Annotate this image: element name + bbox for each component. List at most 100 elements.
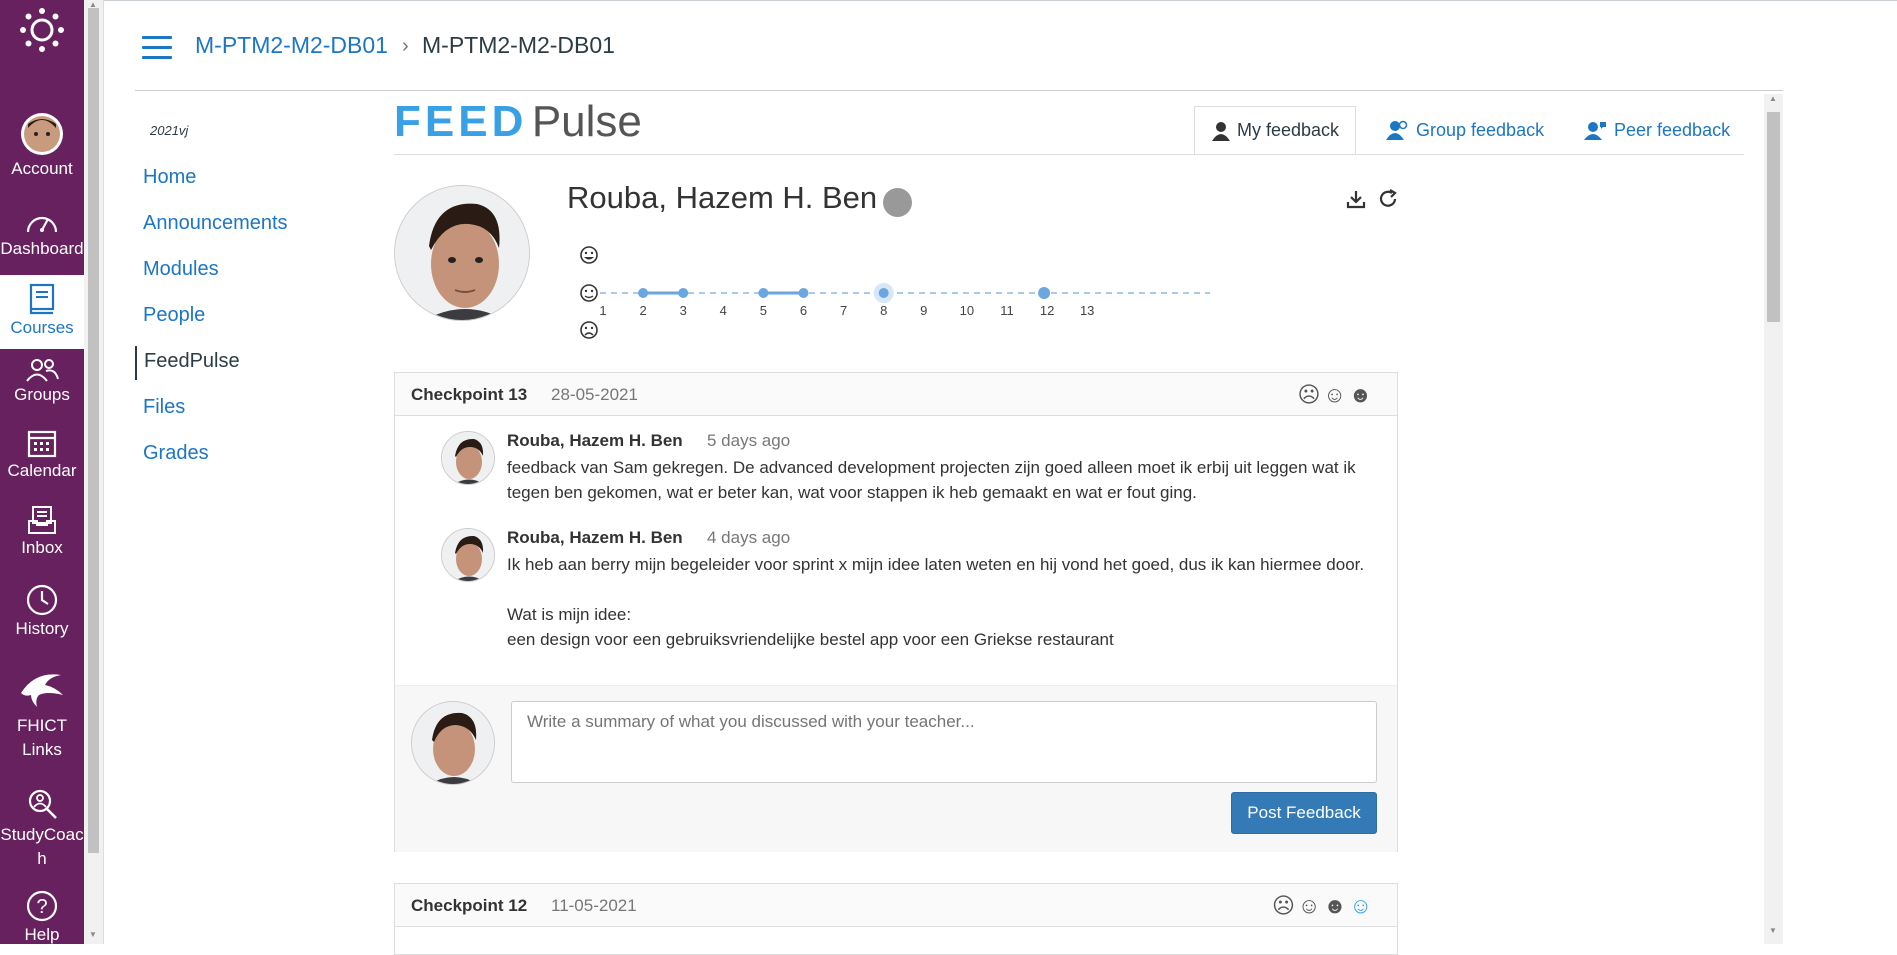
checkpoint-header: Checkpoint 12 11-05-2021 ☹☺☻☺ bbox=[395, 884, 1397, 927]
course-nav-home[interactable]: Home bbox=[135, 166, 288, 212]
timeline-tick-label: 7 bbox=[840, 303, 847, 318]
scroll-thumb[interactable] bbox=[1767, 112, 1780, 322]
checkpoint-date: 11-05-2021 bbox=[551, 896, 637, 915]
nav-account[interactable]: Account bbox=[0, 112, 84, 186]
timeline-tick-label: 10 bbox=[960, 303, 974, 318]
menu-toggle-button[interactable] bbox=[142, 36, 172, 66]
comment-text: Ik heb aan berry mijn begeleider voor sp… bbox=[507, 555, 1365, 649]
checkpoint-title: Checkpoint 13 bbox=[411, 385, 528, 404]
rate-neutral-button[interactable]: ☺ bbox=[1323, 382, 1348, 407]
timeline-tick-label: 4 bbox=[720, 303, 727, 318]
scroll-up-arrow[interactable]: ▲ bbox=[1769, 94, 1777, 103]
course-nav-grades[interactable]: Grades bbox=[135, 442, 288, 488]
nav-courses[interactable]: Courses bbox=[0, 275, 84, 349]
breadcrumb-separator: › bbox=[402, 35, 409, 57]
avatar bbox=[411, 701, 495, 785]
clock-icon bbox=[26, 584, 58, 616]
rating-smileys: ☹☺☻☺ bbox=[1272, 893, 1375, 919]
question-icon: ? bbox=[26, 890, 58, 922]
timeline-tick-label: 13 bbox=[1080, 303, 1094, 318]
timeline-point[interactable] bbox=[758, 288, 769, 298]
tab-my-feedback[interactable]: My feedback bbox=[1194, 106, 1357, 155]
feedback-composer: Post Feedback bbox=[395, 685, 1397, 852]
checkpoint-date: 28-05-2021 bbox=[551, 385, 638, 404]
timeline-tick-label: 9 bbox=[920, 303, 927, 318]
comment-time: 4 days ago bbox=[707, 528, 791, 547]
rate-selected-button[interactable]: ☺ bbox=[1350, 893, 1375, 918]
checkpoint-timeline: 1 2 3 4 5 6 7 8 9 10 11 12 13 bbox=[580, 246, 1210, 339]
scroll-thumb[interactable] bbox=[88, 8, 99, 853]
breadcrumb-course-link[interactable]: M-PTM2-M2-DB01 bbox=[195, 32, 388, 59]
comment-author: Rouba, Hazem H. Ben bbox=[507, 431, 683, 450]
timeline-point[interactable] bbox=[638, 288, 649, 298]
tab-peer-feedback[interactable]: Peer feedback bbox=[1584, 106, 1730, 154]
feedpulse-logo: FEED Pulse bbox=[394, 100, 642, 144]
comment-time: 5 days ago bbox=[707, 431, 791, 450]
nav-label: Inbox bbox=[21, 538, 63, 557]
refresh-button[interactable] bbox=[1377, 188, 1399, 216]
rate-happy-button[interactable]: ☻ bbox=[1323, 893, 1349, 918]
nav-groups[interactable]: Groups bbox=[0, 358, 84, 414]
post-feedback-button[interactable]: Post Feedback bbox=[1231, 792, 1377, 834]
canvas-logo-icon bbox=[20, 8, 64, 52]
timeline-tick-label: 1 bbox=[599, 303, 606, 318]
nav-label: Calendar bbox=[7, 461, 77, 480]
term-label: 2021vj bbox=[150, 123, 189, 138]
timeline-point[interactable] bbox=[798, 288, 809, 298]
timeline-point[interactable] bbox=[878, 288, 889, 298]
tab-label: Peer feedback bbox=[1614, 119, 1731, 140]
avatar-image bbox=[412, 702, 494, 784]
download-icon bbox=[1346, 191, 1366, 209]
nav-fhict-links[interactable]: FHICT Links bbox=[0, 665, 84, 771]
feedback-textarea[interactable] bbox=[511, 701, 1377, 783]
search-person-icon bbox=[28, 789, 57, 819]
student-name: Rouba, Hazem H. Ben bbox=[567, 180, 878, 215]
comment-author: Rouba, Hazem H. Ben bbox=[507, 528, 683, 547]
nav-label: FHICT Links bbox=[16, 716, 68, 759]
content-scrollbar[interactable]: ▲ ▼ bbox=[1764, 94, 1783, 944]
dolphin-icon bbox=[21, 674, 63, 707]
timeline-tick-label: 2 bbox=[639, 303, 646, 318]
timeline-tick-label: 5 bbox=[760, 303, 767, 318]
refresh-icon bbox=[1379, 189, 1397, 207]
course-nav-files[interactable]: Files bbox=[135, 396, 288, 442]
course-nav: Home Announcements Modules People FeedPu… bbox=[135, 166, 288, 488]
scroll-down-arrow[interactable]: ▼ bbox=[1769, 926, 1777, 935]
nav-scrollbar[interactable]: ▲ ▼ bbox=[84, 0, 104, 944]
avatar bbox=[441, 431, 495, 485]
timeline-point[interactable] bbox=[1038, 287, 1051, 299]
course-nav-announcements[interactable]: Announcements bbox=[135, 212, 288, 258]
nav-dashboard[interactable]: Dashboard bbox=[0, 210, 84, 266]
download-button[interactable] bbox=[1345, 188, 1367, 216]
nav-calendar[interactable]: Calendar bbox=[0, 428, 84, 484]
rate-happy-button[interactable]: ☻ bbox=[1349, 382, 1375, 407]
rate-neutral-button[interactable]: ☺ bbox=[1298, 893, 1323, 918]
course-nav-modules[interactable]: Modules bbox=[135, 258, 288, 304]
checkpoint-header: Checkpoint 13 28-05-2021 ☹☺☻ bbox=[395, 373, 1397, 416]
nav-label: Account bbox=[11, 159, 73, 178]
course-nav-people[interactable]: People bbox=[135, 304, 288, 350]
nav-help[interactable]: ? Help bbox=[0, 890, 84, 944]
rate-sad-button[interactable]: ☹ bbox=[1272, 893, 1298, 918]
scroll-down-arrow[interactable]: ▼ bbox=[89, 930, 97, 939]
tab-group-feedback[interactable]: Group feedback bbox=[1386, 106, 1544, 154]
course-nav-feedpulse[interactable]: FeedPulse bbox=[135, 346, 288, 380]
nav-history[interactable]: History bbox=[0, 584, 84, 640]
institution-logo[interactable] bbox=[0, 5, 84, 52]
logo-pulse: Pulse bbox=[531, 97, 642, 146]
nav-inbox[interactable]: Inbox bbox=[0, 505, 84, 561]
timeline-tick-label: 12 bbox=[1040, 303, 1054, 318]
avatar bbox=[441, 528, 495, 582]
rate-sad-button[interactable]: ☹ bbox=[1297, 382, 1323, 407]
nav-label: Help bbox=[24, 925, 60, 944]
comment-text: feedback van Sam gekregen. De advanced d… bbox=[507, 458, 1356, 502]
tab-label: My feedback bbox=[1237, 120, 1340, 140]
status-indicator bbox=[883, 188, 912, 217]
timeline-point[interactable] bbox=[678, 288, 689, 298]
peer-icon bbox=[1584, 122, 1606, 140]
nav-studycoach[interactable]: StudyCoach bbox=[0, 788, 84, 872]
timeline-tick-label: 11 bbox=[1000, 303, 1014, 318]
calendar-icon bbox=[27, 430, 57, 458]
tab-label: Group feedback bbox=[1416, 119, 1545, 140]
nav-label: Courses bbox=[10, 318, 74, 337]
